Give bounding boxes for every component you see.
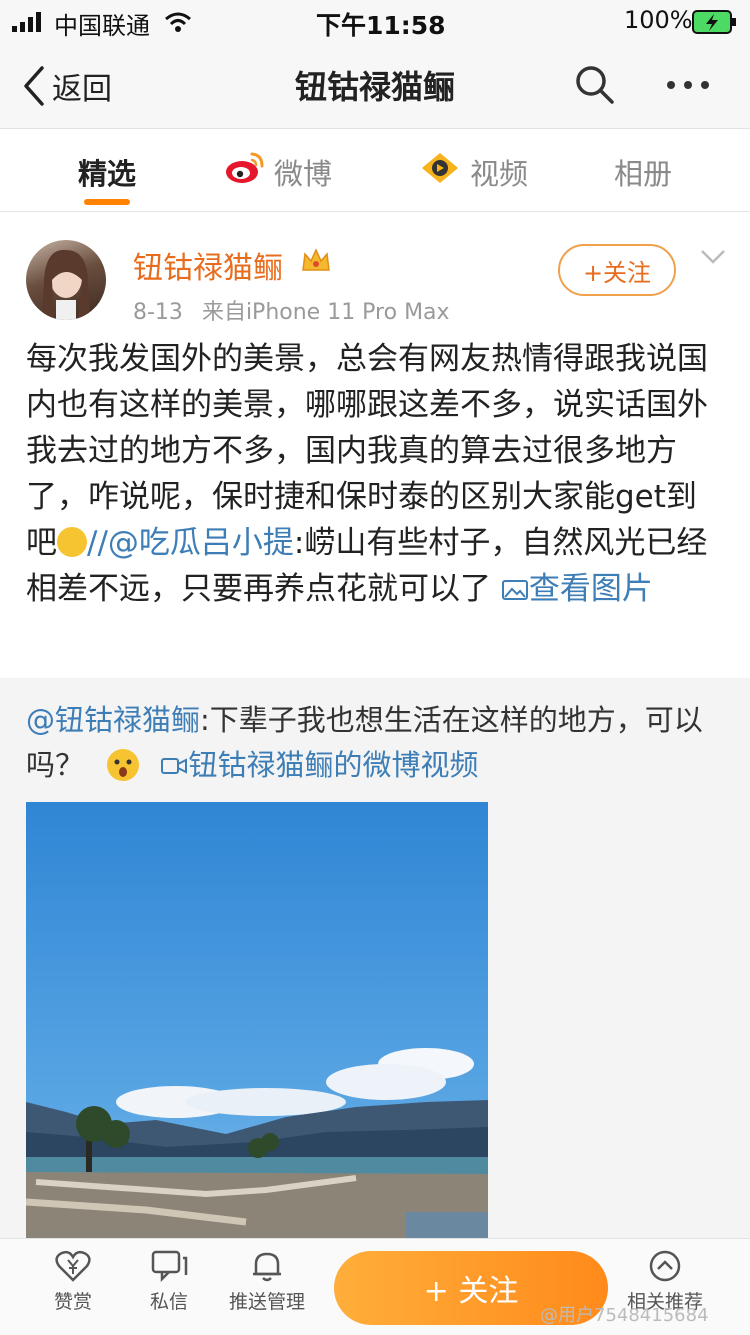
tab-video[interactable]: 视频: [470, 151, 528, 193]
bell-icon: [253, 1252, 281, 1282]
repost-text: @钮钴禄猫鲡:下辈子我也想生活在这样的地方，可以吗？ 钮钴禄猫鲡的微博视频: [26, 698, 726, 788]
chevron-up-circle-icon: [649, 1250, 681, 1282]
bottom-action-bar: 赞赏 私信 推送管理 + 关注 相关推荐 @用户7548415684: [0, 1238, 750, 1335]
follow-button[interactable]: +关注: [558, 244, 676, 296]
video-camera-icon: [161, 758, 188, 774]
avatar-photo: [42, 249, 90, 320]
watermark: @用户7548415684: [540, 1305, 709, 1326]
view-image-link[interactable]: 查看图片: [501, 571, 653, 607]
reward-button[interactable]: 赞赏: [28, 1249, 118, 1314]
clock: 下午11:58: [316, 11, 446, 40]
chat-bubble-icon: [151, 1250, 188, 1283]
video-link[interactable]: 钮钴禄猫鲡的微博视频: [152, 748, 478, 782]
reposted-content[interactable]: @钮钴禄猫鲡:下辈子我也想生活在这样的地方，可以吗？ 钮钴禄猫鲡的微博视频: [0, 678, 750, 1242]
battery-percent: 100%: [624, 6, 693, 34]
weibo-logo-icon: [226, 152, 264, 183]
video-icon: [422, 153, 458, 183]
mention-link[interactable]: @吃瓜吕小提: [108, 525, 294, 561]
post-date: 8-13: [133, 300, 183, 325]
avatar[interactable]: [26, 240, 106, 320]
search-icon[interactable]: [574, 64, 616, 106]
push-settings-button[interactable]: 推送管理: [222, 1249, 312, 1314]
image-icon: [501, 580, 528, 600]
post-body: 每次我发国外的美景，总会有网友热情得跟我说国内也有这样的美景，哪哪跟这差不多，说…: [26, 336, 726, 612]
shocked-emoji-icon: [107, 749, 140, 781]
tab-album[interactable]: 相册: [614, 151, 672, 193]
laughing-tears-emoji-icon: [57, 527, 87, 557]
author-name[interactable]: 钮钴禄猫鲡: [133, 243, 283, 287]
post-source: 来自iPhone 11 Pro Max: [201, 300, 450, 325]
status-bar: 中国联通 下午11:58 100%: [0, 0, 750, 44]
repost-image[interactable]: [26, 802, 488, 1242]
more-icon[interactable]: [666, 80, 710, 90]
reward-label: 赞赏: [53, 1291, 92, 1313]
post-meta: 8-13 来自iPhone 11 Pro Max: [133, 294, 450, 326]
back-chevron-icon[interactable]: [22, 66, 46, 106]
chevron-down-icon[interactable]: [700, 248, 726, 266]
view-image-label: 查看图片: [528, 571, 653, 607]
page-title: 钮钴禄猫鲡: [294, 68, 455, 106]
tab-weibo[interactable]: 微博: [274, 151, 332, 193]
landscape-photo: [26, 802, 488, 1242]
vip-crown-icon: [302, 248, 330, 271]
video-link-label: 钮钴禄猫鲡的微博视频: [188, 748, 479, 782]
repost-separator: //: [87, 525, 108, 561]
heart-yen-icon: [55, 1250, 91, 1282]
signal-icon: [12, 12, 41, 32]
push-label: 推送管理: [228, 1291, 305, 1313]
wifi-icon: [165, 12, 191, 32]
message-button[interactable]: 私信: [124, 1249, 214, 1314]
carrier-label: 中国联通: [54, 12, 150, 40]
message-label: 私信: [149, 1291, 188, 1313]
tab-featured[interactable]: 精选: [78, 151, 136, 193]
active-tab-indicator: [84, 199, 130, 205]
battery-icon: [692, 10, 736, 34]
nav-bar: 返回 钮钴禄猫鲡: [0, 44, 750, 129]
repost-mention-link[interactable]: @钮钴禄猫鲡: [26, 703, 200, 737]
back-button[interactable]: 返回: [52, 64, 112, 108]
profile-tabs: 精选 微博 视频 相册: [0, 129, 750, 212]
